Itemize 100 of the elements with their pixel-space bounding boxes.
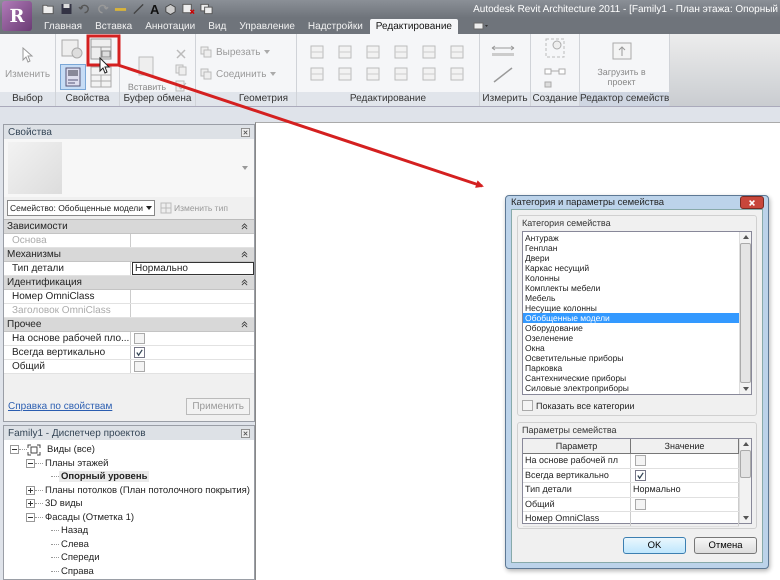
edit-tool-icon[interactable] [336,43,354,61]
family-category-icon[interactable] [89,36,113,60]
scroll-down-icon[interactable] [742,516,748,520]
tree-item[interactable]: Планы потолков (План потолочного покрытия) [43,484,252,496]
edit-tool-icon[interactable] [308,43,326,61]
caret-icon[interactable] [242,166,248,170]
scroll-up-icon[interactable] [742,235,748,239]
edit-tool-icon[interactable] [420,65,438,83]
checkbox[interactable] [635,498,646,510]
edit-tool-icon[interactable] [336,65,354,83]
collapse-icon[interactable] [26,512,35,522]
edit-tool-icon[interactable] [448,65,466,83]
property-name: Всегда вертикально [4,346,131,359]
expand-icon[interactable] [26,499,35,508]
ribbon-tab[interactable]: Надстройки [302,19,369,34]
list-item[interactable]: Сантехнические приборы [523,373,739,383]
checkbox[interactable] [134,361,145,372]
checkbox[interactable] [635,470,646,481]
list-item[interactable]: Колонны [523,273,739,283]
group-header[interactable]: Зависимости [4,220,254,234]
edit-tool-icon[interactable] [448,43,466,61]
edit-tool-icon[interactable] [392,43,410,61]
ribbon-tab[interactable]: Управление [233,19,301,34]
checkbox[interactable] [522,400,533,411]
save-icon[interactable] [60,3,73,15]
collapse-icon[interactable] [10,445,19,454]
ribbon-tab[interactable]: Вид [202,19,232,34]
scroll-thumb[interactable] [740,450,751,478]
scroll-up-icon[interactable] [742,442,748,446]
ribbon-tab[interactable]: Главная [38,19,88,34]
property-value[interactable]: Нормально [132,262,254,275]
edit-tool-icon[interactable] [308,65,326,83]
list-item[interactable]: Оборудование [523,323,739,333]
dialog-button[interactable]: Отмена [694,537,757,554]
checkbox[interactable] [635,455,646,466]
tree-item[interactable]: Справа [59,566,96,577]
properties-toggle-icon[interactable] [60,64,86,90]
tree-item[interactable]: Фасады (Отметка 1) [43,512,136,523]
list-item[interactable]: Осветительные приборы [523,353,739,363]
grid-icon [160,202,172,214]
group-header[interactable]: Идентификация [4,276,254,290]
checkbox[interactable] [134,347,145,358]
tree-item[interactable]: Опорный уровень [59,471,150,482]
list-item[interactable]: Каркас несущий [523,263,739,273]
scissors-icon[interactable] [175,48,188,60]
redo-icon[interactable] [96,3,109,15]
text-tool-button[interactable]: A [150,2,160,16]
collapse-icon[interactable] [26,458,35,468]
ribbon-tab[interactable]: Редактирование [370,19,458,34]
close-window-icon[interactable] [182,3,196,15]
close-icon[interactable] [241,428,250,438]
close-button[interactable] [740,196,764,209]
tree-item[interactable]: Назад [59,525,90,536]
panel-label: Буфер обмена [120,92,195,106]
open-folder-icon[interactable] [42,3,55,15]
list-item[interactable]: Мебель [523,293,739,303]
type-properties-icon[interactable] [89,64,113,88]
scroll-thumb[interactable] [740,243,751,383]
app-menu-button[interactable]: R [2,1,32,31]
list-item[interactable]: Парковка [523,363,739,373]
list-item[interactable]: Силовые электроприборы [523,383,739,393]
list-item[interactable]: Комплекты мебели [523,283,739,293]
tree-item[interactable]: Виды (все) [45,444,97,456]
table-cell: Тип детали [523,483,631,496]
list-item[interactable]: Озеленение [523,333,739,343]
scrollbar[interactable] [739,439,751,523]
family-dropdown[interactable]: Семейство: Обобщенные модели [7,200,155,216]
edit-tool-icon[interactable] [392,65,410,83]
checkbox-label: Показать все категории [536,400,635,410]
group-header[interactable]: Прочее [4,318,254,332]
panel-label: Создание [531,92,579,106]
list-item[interactable]: Окна [523,343,739,353]
windows-icon[interactable] [200,3,214,15]
scroll-down-icon[interactable] [742,387,748,391]
group-header[interactable]: Механизмы [4,248,254,262]
list-item[interactable]: Антураж [523,233,739,243]
undo-icon[interactable] [78,3,91,15]
close-icon[interactable] [241,128,250,136]
property-name: Тип детали [4,262,131,275]
help-link[interactable]: Справка по свойствам [8,401,112,412]
tree-item[interactable]: Спереди [59,552,102,564]
list-item[interactable]: Двери [523,253,739,263]
dimension-icon[interactable] [132,3,145,15]
component-icon[interactable] [543,36,567,60]
list-item[interactable]: Несущие колонны [523,303,739,313]
ribbon-tab[interactable]: Вставка [89,19,138,34]
list-item[interactable]: Генплан [523,243,739,253]
tree-item[interactable]: 3D виды [43,498,85,510]
ribbon-minimize-icon[interactable] [472,22,489,30]
ribbon-tab[interactable]: Аннотации [139,19,202,34]
checkbox[interactable] [134,333,145,344]
edit-tool-icon[interactable] [364,43,382,61]
dialog-button[interactable]: OK [623,537,686,554]
scrollbar[interactable] [739,232,751,394]
expand-icon[interactable] [26,486,35,495]
tree-item[interactable]: Слева [59,538,91,550]
edit-tool-icon[interactable] [420,43,438,61]
tree-item[interactable]: Планы этажей [43,458,110,469]
column-header[interactable]: Параметр [523,439,631,453]
edit-tool-icon[interactable] [364,65,382,83]
